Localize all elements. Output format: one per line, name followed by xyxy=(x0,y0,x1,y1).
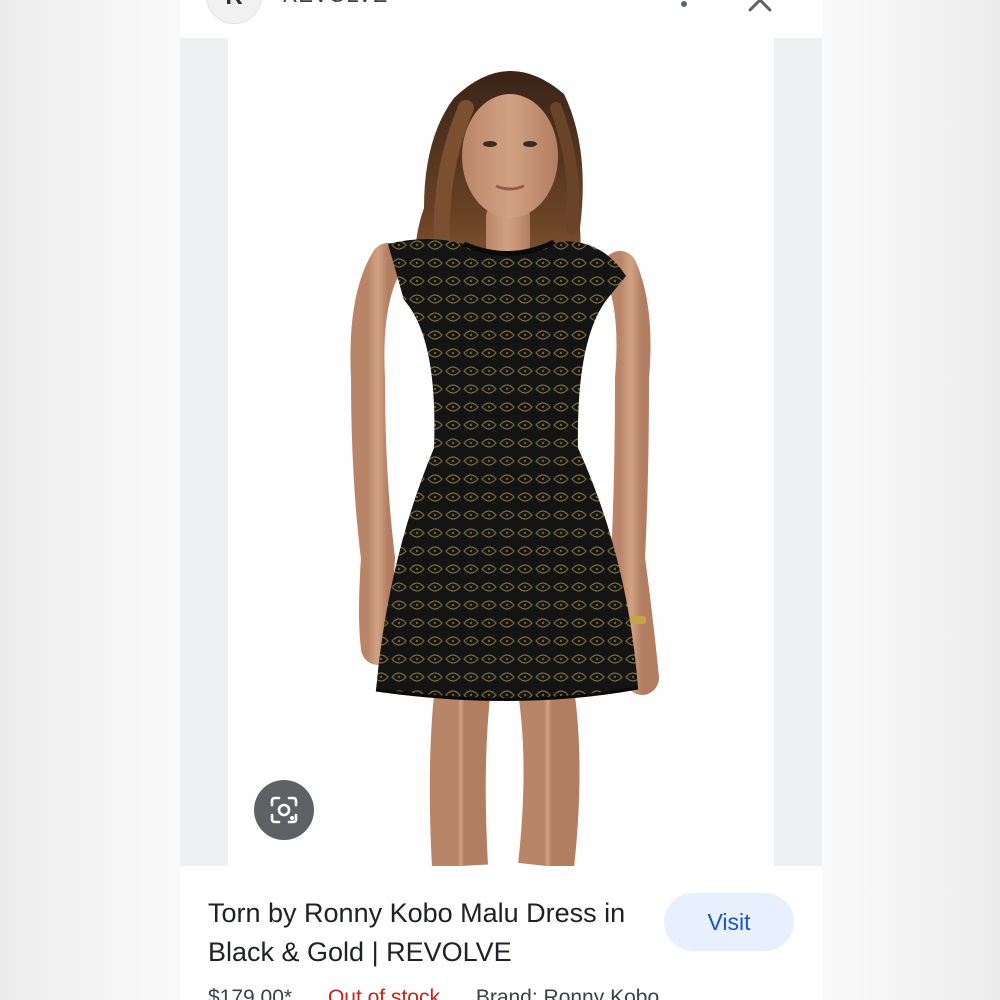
google-lens-button[interactable] xyxy=(254,780,314,840)
site-name[interactable]: REVOLVE xyxy=(282,0,388,8)
close-icon[interactable] xyxy=(746,0,774,14)
product-info: Torn by Ronny Kobo Malu Dress in Black &… xyxy=(180,866,822,1000)
stock-status: Out of stock xyxy=(327,986,440,1000)
brand: Brand: Ronny Kobo xyxy=(475,986,660,1000)
product-meta-row: $179.00* Out of stock Brand: Ronny Kobo xyxy=(208,986,689,1000)
visit-button[interactable]: Visit xyxy=(664,893,794,951)
product-title[interactable]: Torn by Ronny Kobo Malu Dress in Black &… xyxy=(208,894,648,972)
price: $179.00* xyxy=(208,986,293,1000)
image-preview-area xyxy=(180,38,822,866)
panel-header: R REVOLVE xyxy=(180,0,822,38)
model-in-dress-illustration xyxy=(350,70,659,866)
page-background: R REVOLVE xyxy=(0,0,1000,1000)
image-result-panel: R REVOLVE xyxy=(180,0,822,1000)
site-favicon[interactable]: R xyxy=(206,0,262,24)
product-photo[interactable] xyxy=(228,38,774,866)
more-vert-icon[interactable] xyxy=(674,0,694,14)
google-lens-icon xyxy=(270,796,298,824)
